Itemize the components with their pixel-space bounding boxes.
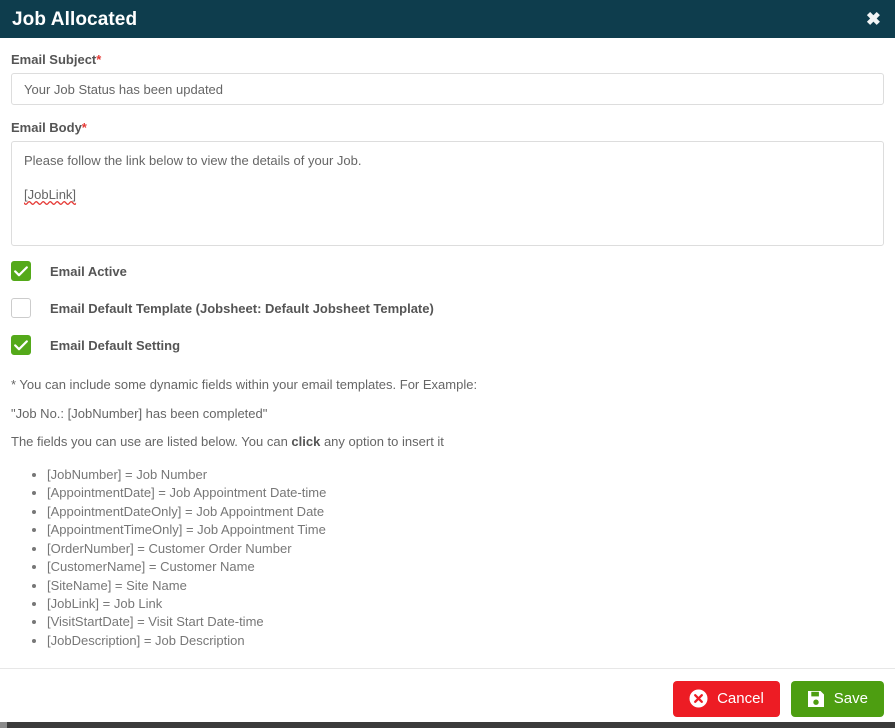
email-body-blank-line (24, 171, 871, 185)
checkbox-label: Email Default Setting (50, 337, 181, 353)
checkbox-checked-icon[interactable] (11, 261, 31, 281)
email-subject-input[interactable] (11, 73, 884, 105)
checkbox-row-email-default-setting[interactable]: Email Default Setting (11, 334, 884, 356)
list-item[interactable]: [OrderNumber] = Customer Order Number (47, 540, 884, 558)
horizontal-scrollbar[interactable] (0, 722, 895, 728)
dynamic-field-list: [JobNumber] = Job Number [AppointmentDat… (11, 466, 884, 651)
list-item[interactable]: [SiteName] = Site Name (47, 577, 884, 595)
modal-header: Job Allocated ✖ (0, 0, 895, 38)
close-icon[interactable]: ✖ (866, 10, 881, 28)
dynamic-fields-help: * You can include some dynamic fields wi… (11, 377, 884, 650)
help-line-3-post: any option to insert it (320, 434, 444, 450)
list-item[interactable]: [AppointmentTimeOnly] = Job Appointment … (47, 521, 884, 539)
checkbox-row-email-active[interactable]: Email Active (11, 260, 884, 282)
cancel-button[interactable]: Cancel (673, 680, 780, 717)
list-item[interactable]: [JobLink] = Job Link (47, 595, 884, 613)
list-item[interactable]: [AppointmentDateOnly] = Job Appointment … (47, 503, 884, 521)
checkbox-checked-icon[interactable] (11, 335, 31, 355)
floppy-disk-icon (807, 690, 825, 708)
list-item[interactable]: [VisitStartDate] = Visit Start Date-time (47, 613, 884, 631)
modal-footer: Cancel Save (0, 668, 895, 728)
email-body-line-1: Please follow the link below to view the… (24, 153, 362, 168)
help-line-3: The fields you can use are listed below.… (11, 434, 884, 450)
email-body-line-2: [JobLink] (24, 187, 77, 203)
help-line-3-pre: The fields you can use are listed below.… (11, 434, 292, 450)
email-body-textarea[interactable]: Please follow the link below to view the… (11, 141, 884, 246)
required-asterisk: * (96, 52, 102, 67)
required-asterisk: * (81, 120, 87, 135)
list-item[interactable]: [AppointmentDate] = Job Appointment Date… (47, 484, 884, 502)
save-button[interactable]: Save (790, 680, 884, 717)
help-line-3-bold: click (291, 434, 321, 450)
help-line-2: "Job No.: [JobNumber] has been completed… (11, 405, 268, 421)
list-item[interactable]: [JobDescription] = Job Description (47, 632, 884, 650)
list-item[interactable]: [CustomerName] = Customer Name (47, 558, 884, 576)
checkbox-label: Email Active (50, 263, 127, 279)
checkbox-row-email-default-template[interactable]: Email Default Template (Jobsheet: Defaul… (11, 297, 884, 319)
checkbox-label: Email Default Template (Jobsheet: Defaul… (50, 300, 434, 316)
circle-x-icon (689, 689, 708, 708)
email-subject-label: Email Subject* (11, 52, 884, 67)
modal-body: Email Subject* Email Body* Please follow… (0, 38, 895, 668)
checkbox-group: Email Active Email Default Template (Job… (11, 260, 884, 356)
save-button-label: Save (833, 690, 868, 707)
email-body-label-text: Email Body (11, 120, 82, 135)
email-body-label: Email Body* (11, 120, 884, 135)
page-title: Job Allocated (12, 8, 138, 30)
cancel-button-label: Cancel (717, 690, 764, 707)
scrollbar-thumb[interactable] (0, 722, 7, 728)
job-allocated-modal: Job Allocated ✖ Email Subject* Email Bod… (0, 0, 895, 728)
help-line-1: * You can include some dynamic fields wi… (11, 377, 478, 392)
checkbox-unchecked-icon[interactable] (11, 298, 31, 318)
list-item[interactable]: [JobNumber] = Job Number (47, 466, 884, 484)
email-subject-label-text: Email Subject (11, 52, 97, 67)
